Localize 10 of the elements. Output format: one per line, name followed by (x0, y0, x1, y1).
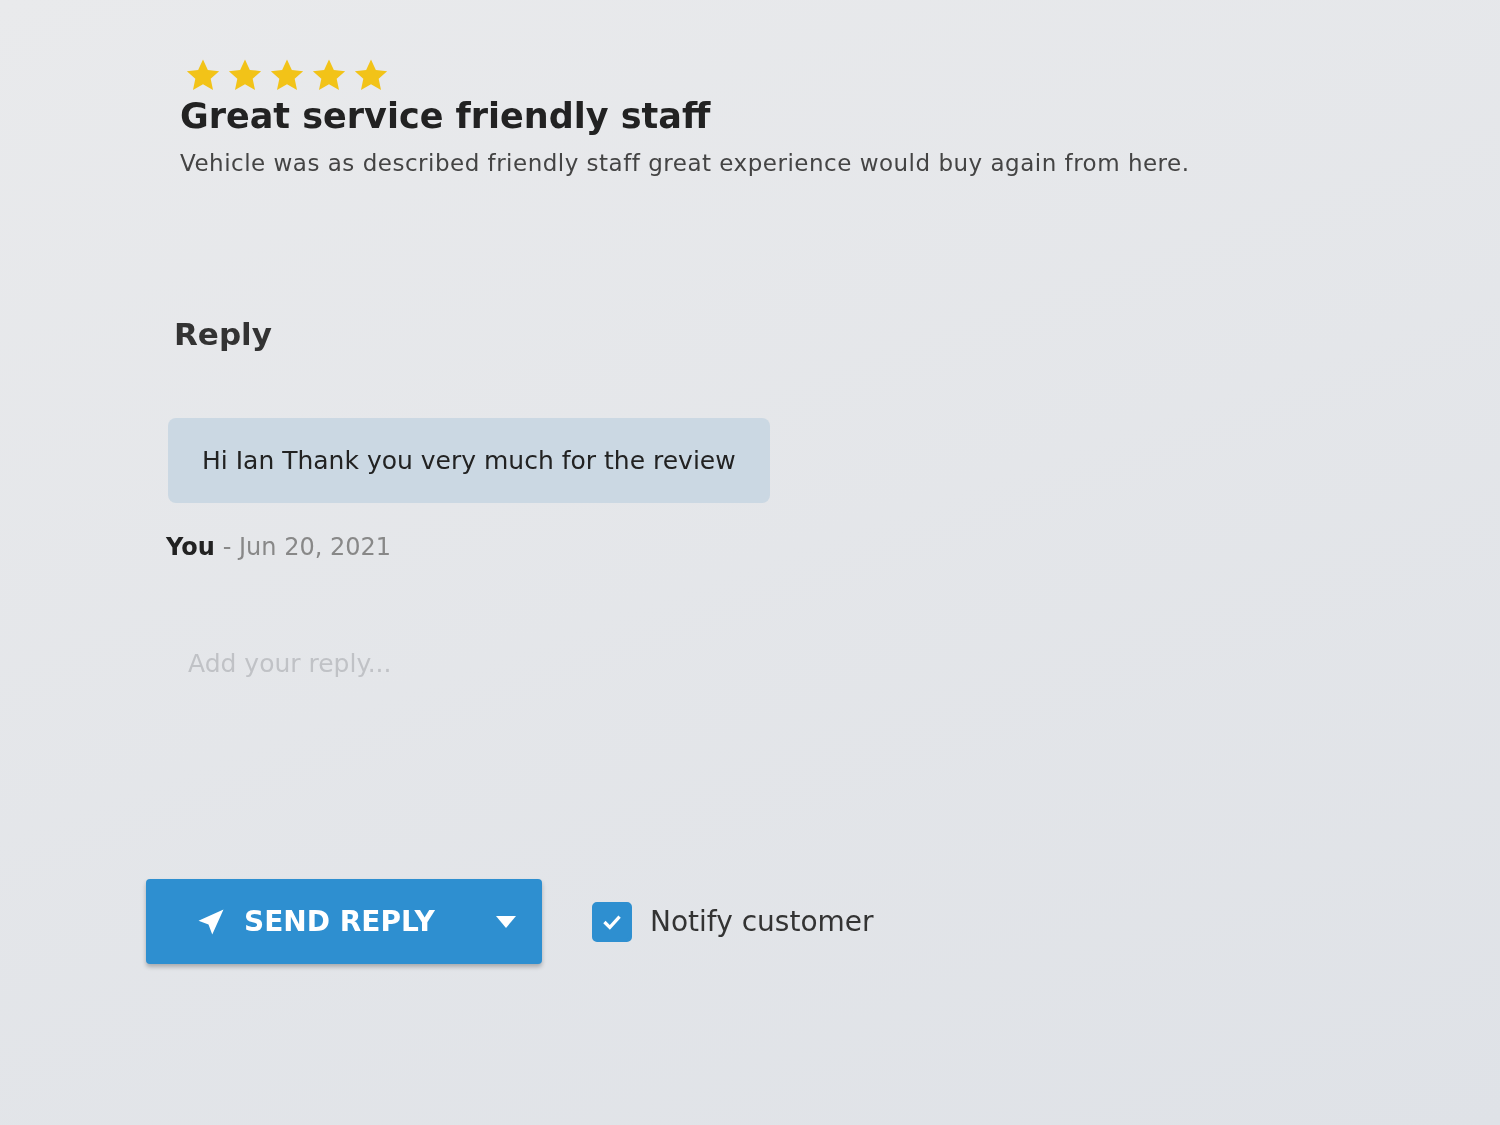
reply-date: - Jun 20, 2021 (222, 533, 392, 561)
reply-author: You (166, 533, 215, 561)
send-reply-button[interactable]: SEND REPLY (146, 879, 542, 964)
review-text: Vehicle was as described friendly staff great experience would buy again from here. (180, 150, 1191, 176)
review-title: Great service friendly staff (180, 96, 712, 136)
notify-checkbox[interactable] (592, 901, 632, 942)
reply-message: Hi Ian Thank you very much for the review (168, 418, 770, 503)
caret-icon (496, 915, 516, 928)
notify-label: Notify customer (650, 905, 874, 938)
reply-heading: Reply (174, 316, 273, 352)
